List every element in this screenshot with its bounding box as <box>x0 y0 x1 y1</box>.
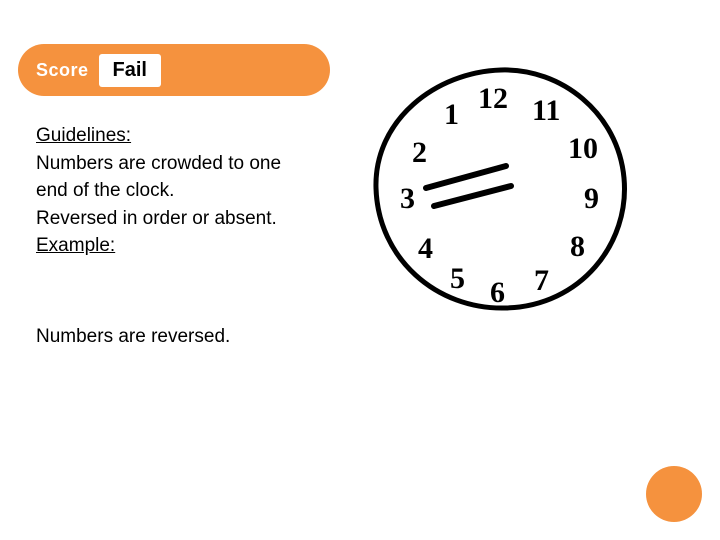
guidelines-block: Guidelines: Numbers are crowded to one e… <box>36 122 316 260</box>
clock-num-12: 12 <box>478 82 508 115</box>
clock-svg: 12 11 10 9 8 7 6 5 4 3 2 1 <box>356 58 646 318</box>
note-text: Numbers are reversed. <box>36 326 316 348</box>
score-label: Score <box>36 60 89 81</box>
guidelines-line-2: Reversed in order or absent. <box>36 205 316 233</box>
clock-num-6: 6 <box>490 276 505 309</box>
clock-num-10: 10 <box>568 132 598 165</box>
clock-num-5: 5 <box>450 262 465 295</box>
score-value: Fail <box>113 59 147 81</box>
clock-num-11: 11 <box>532 94 560 127</box>
score-pill: Score Fail <box>18 44 330 96</box>
guidelines-heading: Guidelines: <box>36 122 316 150</box>
example-heading: Example: <box>36 232 316 260</box>
accent-circle-icon <box>646 466 702 522</box>
clock-drawing: 12 11 10 9 8 7 6 5 4 3 2 1 <box>356 58 646 318</box>
clock-num-1: 1 <box>444 98 459 131</box>
clock-num-3: 3 <box>400 182 415 215</box>
score-value-container: Fail <box>99 54 161 87</box>
clock-num-4: 4 <box>418 232 433 265</box>
clock-num-7: 7 <box>534 264 549 297</box>
clock-num-9: 9 <box>584 182 599 215</box>
note-block: Numbers are reversed. <box>36 326 316 348</box>
clock-num-8: 8 <box>570 230 585 263</box>
clock-num-2: 2 <box>412 136 427 169</box>
guidelines-line-1: Numbers are crowded to one end of the cl… <box>36 150 316 205</box>
